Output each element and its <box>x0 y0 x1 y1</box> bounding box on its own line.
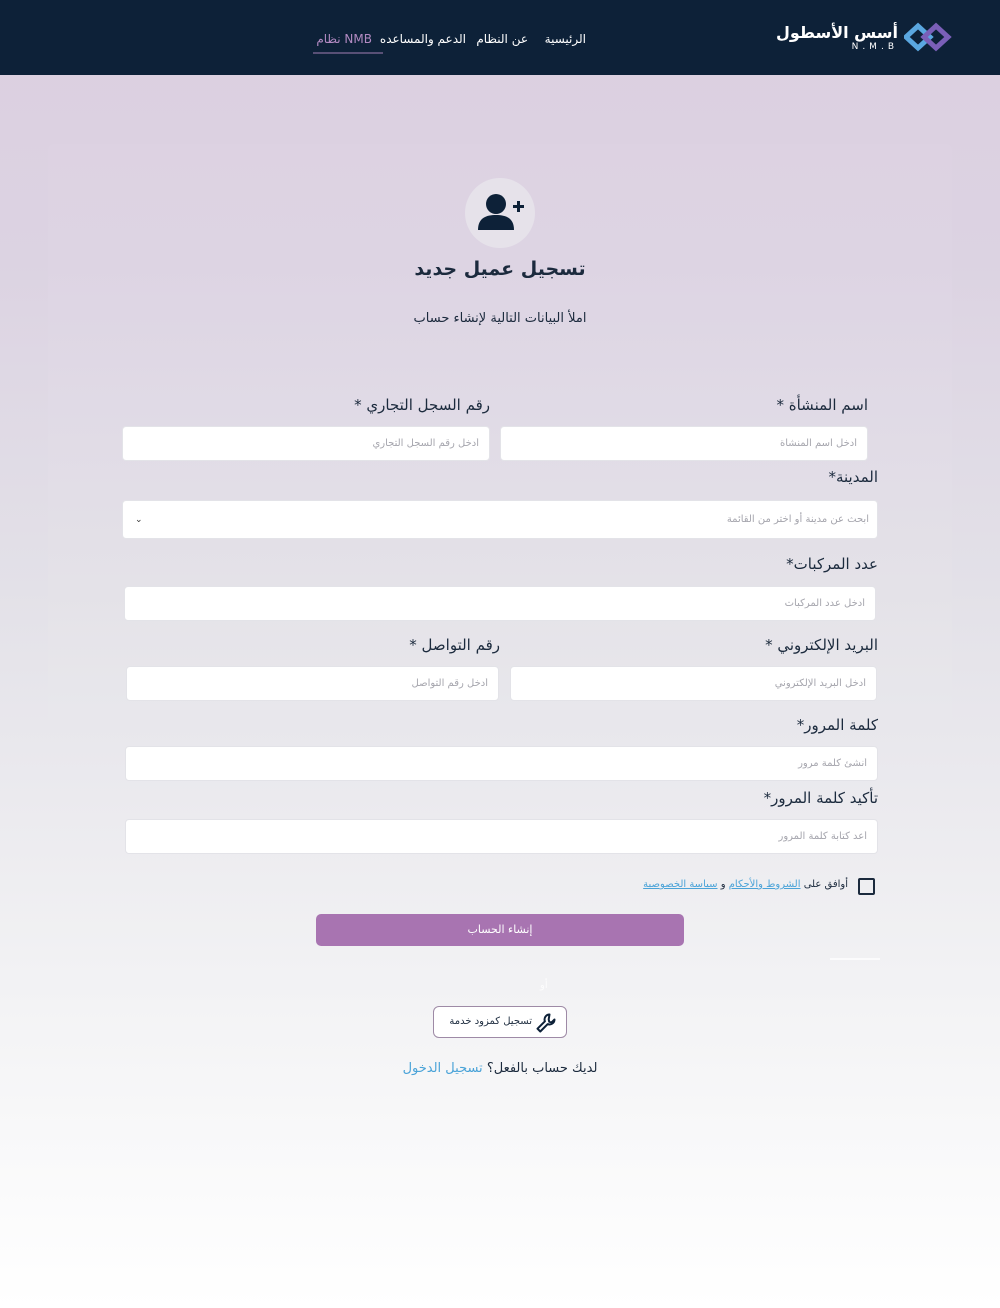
have-account-text: لديك حساب بالفعل؟ <box>486 1061 598 1076</box>
agree-checkbox[interactable] <box>858 878 875 895</box>
vehicles-label: عدد المركبات* <box>786 555 878 573</box>
nav-active-underline <box>313 52 383 54</box>
email-label: البريد الإلكتروني * <box>765 636 878 654</box>
confirm-password-input[interactable] <box>125 819 878 854</box>
vehicles-input[interactable] <box>124 586 876 621</box>
login-link[interactable]: تسجيل الدخول <box>403 1061 483 1076</box>
avatar <box>465 178 535 248</box>
agree-and: و <box>720 879 726 890</box>
facility-name-label: اسم المنشأة * <box>776 396 868 414</box>
create-account-button[interactable]: إنشاء الحساب <box>316 914 684 946</box>
commercial-reg-input[interactable] <box>122 426 490 461</box>
email-input[interactable] <box>510 666 877 701</box>
commercial-reg-label: رقم السجل التجاري * <box>354 396 490 414</box>
city-select[interactable]: ابحث عن مدينة أو اختر من القائمة ⌄ <box>122 500 878 539</box>
logo-subtext: N.M.B <box>851 42 898 52</box>
top-navbar: أسس الأسطول N.M.B الرئيسية عن النظام الد… <box>0 0 1000 75</box>
confirm-password-label: تأكيد كلمة المرور* <box>763 789 878 807</box>
divider-line <box>830 958 880 960</box>
city-select-placeholder: ابحث عن مدينة أو اختر من القائمة <box>726 514 869 525</box>
register-provider-label: تسجيل كمزود خدمة <box>449 1016 532 1027</box>
brand-logo[interactable]: أسس الأسطول N.M.B <box>776 20 952 60</box>
privacy-link[interactable]: سياسة الخصوصية <box>643 879 717 890</box>
login-prompt: لديك حساب بالفعل؟ تسجيل الدخول <box>0 1061 1000 1076</box>
user-plus-icon <box>478 194 524 230</box>
or-separator: أو <box>540 980 548 991</box>
password-label: كلمة المرور* <box>796 716 878 734</box>
wrench-icon <box>536 1013 556 1033</box>
password-input[interactable] <box>125 746 878 781</box>
agree-text: أوافق على الشروط والأحكام و سياسة الخصوص… <box>643 879 848 890</box>
page-title: تسجيل عميل جديد <box>414 258 586 280</box>
nav-home[interactable]: الرئيسية <box>545 32 586 46</box>
phone-input[interactable] <box>126 666 499 701</box>
nav-support[interactable]: الدعم والمساعده <box>380 32 466 46</box>
city-label: المدينة* <box>828 468 878 486</box>
page-subtitle: املأ البيانات التالية لإنشاء حساب <box>413 311 587 326</box>
facility-name-input[interactable] <box>500 426 868 461</box>
terms-link[interactable]: الشروط والأحكام <box>729 879 801 890</box>
agree-prefix: أوافق على <box>803 879 848 890</box>
register-provider-button[interactable]: تسجيل كمزود خدمة <box>433 1006 567 1038</box>
logo-mark-icon <box>904 22 952 52</box>
chevron-down-icon: ⌄ <box>135 515 143 525</box>
nav-nmb-system[interactable]: نظام NMB <box>316 32 372 46</box>
logo-text: أسس الأسطول <box>775 23 898 42</box>
phone-label: رقم التواصل * <box>409 636 500 654</box>
nav-about[interactable]: عن النظام <box>476 32 528 46</box>
